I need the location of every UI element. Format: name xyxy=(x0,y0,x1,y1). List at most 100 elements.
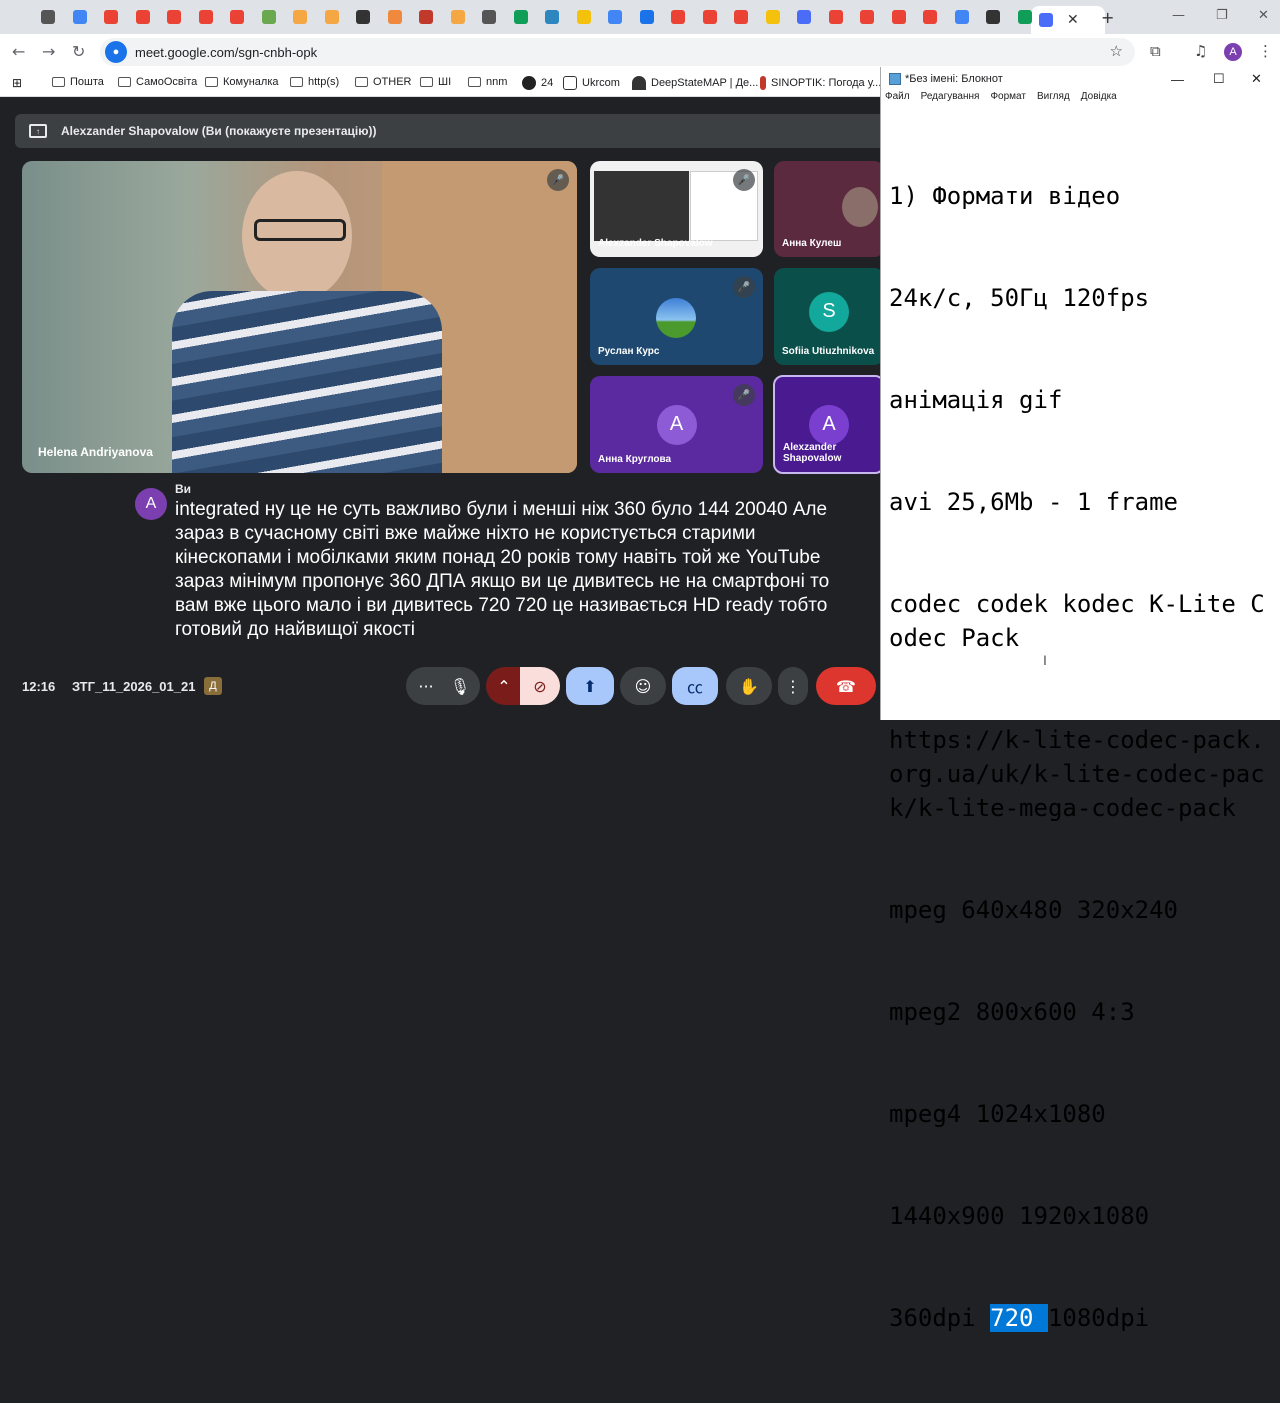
bookmark-star-icon[interactable]: ☆ xyxy=(1110,42,1123,60)
media-control-icon[interactable]: ♫ xyxy=(1194,42,1207,60)
browser-tab[interactable] xyxy=(225,6,249,28)
minimize-icon[interactable]: — xyxy=(1172,8,1185,23)
camera-off-button[interactable]: ⊘ xyxy=(520,667,560,705)
browser-tab[interactable] xyxy=(383,6,407,28)
browser-tab[interactable] xyxy=(761,6,785,28)
folder-icon xyxy=(355,77,368,87)
more-options-button[interactable]: ⋮ xyxy=(778,667,808,705)
participant-tile[interactable]: A Alexzander Shapovalow xyxy=(773,375,885,474)
folder-icon xyxy=(290,77,303,87)
browser-tab[interactable] xyxy=(603,6,627,28)
meeting-info-icon[interactable]: Д xyxy=(204,677,222,695)
address-bar[interactable]: ● meet.google.com/sgn-cnbh-opk ☆ xyxy=(100,38,1135,66)
bookmark-item[interactable]: 24 xyxy=(522,76,553,90)
close-tab-icon[interactable]: ✕ xyxy=(1067,12,1079,28)
bookmark-item[interactable]: http(s) xyxy=(290,76,339,88)
bookmark-item[interactable]: Пошта xyxy=(52,76,104,88)
folder-icon xyxy=(52,77,65,87)
bookmark-item[interactable]: OTHER xyxy=(355,76,412,88)
browser-tab[interactable] xyxy=(131,6,155,28)
profile-avatar[interactable]: A xyxy=(1224,43,1242,61)
participant-tile[interactable]: 🎤 Alexzander Shapovalow xyxy=(590,161,763,257)
browser-tab[interactable] xyxy=(194,6,218,28)
tab-favicon-icon xyxy=(608,10,622,24)
camera-options-button[interactable]: ⌃ xyxy=(486,667,522,705)
browser-tab[interactable] xyxy=(446,6,470,28)
mic-off-icon: 🎤 xyxy=(733,384,755,406)
browser-tab[interactable] xyxy=(509,6,533,28)
present-screen-icon: ↑ xyxy=(29,124,47,138)
main-speaker-tile[interactable]: 🎤 Helena Andriyanova xyxy=(22,161,577,473)
browser-tab[interactable] xyxy=(320,6,344,28)
back-icon[interactable]: ← xyxy=(12,42,25,61)
browser-tab[interactable] xyxy=(855,6,879,28)
tab-favicon-icon xyxy=(828,10,843,24)
browser-tab[interactable] xyxy=(635,6,659,28)
bookmark-item[interactable]: Комуналка xyxy=(205,76,279,88)
browser-tab[interactable] xyxy=(68,6,92,28)
menu-help[interactable]: Довідка xyxy=(1081,91,1117,109)
browser-tab[interactable] xyxy=(729,6,753,28)
active-tab[interactable]: ✕ xyxy=(1031,6,1105,34)
bookmark-item[interactable]: ШІ xyxy=(420,76,451,88)
forward-icon[interactable]: → xyxy=(42,42,55,61)
raise-hand-button[interactable]: ✋ xyxy=(726,667,772,705)
bookmark-item[interactable]: Ukrcom xyxy=(563,76,620,90)
browser-tab[interactable] xyxy=(981,6,1005,28)
browser-tab[interactable] xyxy=(288,6,312,28)
browser-tab[interactable] xyxy=(824,6,848,28)
captions-button[interactable]: ㏄ xyxy=(672,667,718,705)
browser-tab[interactable] xyxy=(1013,6,1037,28)
menu-kebab-icon[interactable]: ⋮ xyxy=(1258,42,1273,60)
close-window-icon[interactable]: ✕ xyxy=(1258,8,1269,23)
present-screen-button[interactable]: ⬆ xyxy=(566,667,614,705)
tab-favicon-icon xyxy=(419,10,433,24)
browser-tab[interactable] xyxy=(36,6,60,28)
browser-tab[interactable] xyxy=(887,6,911,28)
menu-view[interactable]: Вигляд xyxy=(1037,91,1070,109)
browser-tab[interactable] xyxy=(351,6,375,28)
participant-tile[interactable]: S Sofiia Utiuzhnikova xyxy=(774,268,884,365)
tab-favicon-icon xyxy=(41,10,55,24)
url-text[interactable]: meet.google.com/sgn-cnbh-opk xyxy=(135,45,317,60)
bookmark-item[interactable]: SINOPTIK: Погода у... xyxy=(760,76,881,90)
tab-favicon-icon xyxy=(482,10,496,24)
tab-favicon-icon xyxy=(387,10,402,24)
reactions-button[interactable]: ☺ xyxy=(620,667,666,705)
end-call-button[interactable]: ☎ xyxy=(816,667,876,705)
notepad-close-icon[interactable]: ✕ xyxy=(1251,71,1262,87)
participant-tile[interactable]: A 🎤 Анна Круглова xyxy=(590,376,763,473)
browser-tab[interactable] xyxy=(698,6,722,28)
menu-edit[interactable]: Редагування xyxy=(921,91,980,109)
bookmark-item[interactable]: DeepStateMAP | Де... xyxy=(632,76,758,90)
menu-file[interactable]: Файл xyxy=(885,91,910,109)
bookmark-item[interactable]: СамоОсвіта xyxy=(118,76,197,88)
participant-tile[interactable]: 🎤 Руслан Курс xyxy=(590,268,763,365)
browser-tab[interactable] xyxy=(792,6,816,28)
maximize-icon[interactable]: ❐ xyxy=(1216,8,1228,23)
browser-tab[interactable] xyxy=(257,6,281,28)
mic-indicator-icon[interactable]: ● xyxy=(105,41,127,63)
browser-tab[interactable] xyxy=(666,6,690,28)
microphone-button[interactable]: 🎙 xyxy=(440,667,480,705)
browser-tab[interactable] xyxy=(414,6,438,28)
browser-tab[interactable] xyxy=(99,6,123,28)
browser-tab[interactable] xyxy=(918,6,942,28)
extensions-icon[interactable]: ⧉ xyxy=(1150,42,1161,60)
bookmark-item[interactable]: nnm xyxy=(468,76,507,88)
reload-icon[interactable]: ↻ xyxy=(72,42,85,61)
participant-tile[interactable]: Анна Кулеш xyxy=(774,161,884,257)
apps-grid-icon[interactable]: ⊞ xyxy=(12,76,22,90)
browser-tab[interactable] xyxy=(950,6,974,28)
browser-tab[interactable] xyxy=(477,6,501,28)
notepad-text-area[interactable]: 1) Формати відео 24к/с, 50Гц 120fps анім… xyxy=(889,111,1274,1403)
browser-tab[interactable] xyxy=(162,6,186,28)
notepad-maximize-icon[interactable]: ☐ xyxy=(1213,71,1225,87)
menu-format[interactable]: Формат xyxy=(990,91,1026,109)
meet-favicon-icon xyxy=(1039,13,1053,27)
browser-tab[interactable] xyxy=(572,6,596,28)
notepad-minimize-icon[interactable]: — xyxy=(1171,72,1184,87)
browser-tab[interactable] xyxy=(540,6,564,28)
participant-name: Alexzander Shapovalow xyxy=(783,442,842,464)
new-tab-button[interactable]: + xyxy=(1101,8,1114,27)
